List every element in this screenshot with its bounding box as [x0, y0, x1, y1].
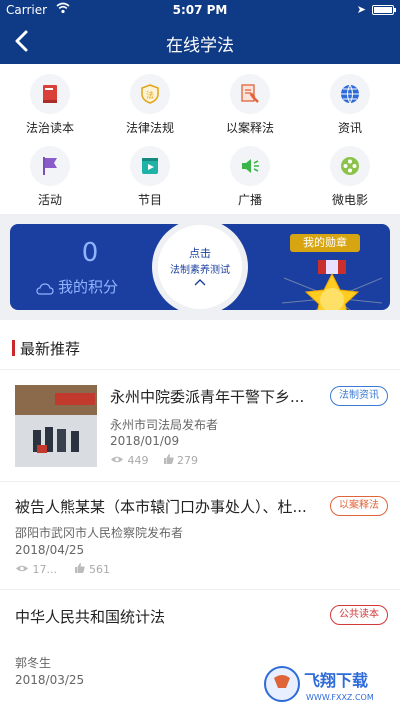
grid-item-huodong[interactable]: 活动	[0, 136, 100, 211]
grid-item-guangbo[interactable]: 广播	[200, 136, 300, 211]
watermark-url: WWW.FXXZ.COM	[306, 693, 374, 702]
chevron-up-icon	[158, 275, 242, 289]
eye-icon	[16, 565, 28, 572]
navigation-bar: 在线学法	[0, 20, 400, 64]
test-label-line1: 点击	[189, 247, 211, 260]
news-date: 2018/01/09	[110, 434, 180, 448]
news-tag[interactable]: 以案释法	[330, 496, 388, 516]
grid-item-label: 广播	[237, 193, 262, 207]
thumbs-up-icon	[163, 454, 174, 464]
news-title: 永州中院委派青年干警下乡...	[110, 388, 305, 406]
globe-icon	[330, 74, 370, 114]
status-bar: Carrier 5:07 PM ➤	[0, 0, 400, 20]
svg-text:法: 法	[146, 90, 154, 100]
news-item[interactable]: 被告人熊某某（本市辕门口办事处人）、杜... 以案释法 邵阳市武冈市人民检察院发…	[0, 482, 400, 590]
score-value: 0	[81, 238, 99, 268]
grid-item-jiemu[interactable]: 节目	[100, 136, 200, 211]
page-title: 在线学法	[166, 36, 234, 56]
section-header: 最新推荐	[0, 320, 400, 370]
grid-item-weidianying[interactable]: 微电影	[300, 136, 400, 211]
broadcast-icon	[230, 146, 270, 186]
news-thumbnail	[15, 385, 97, 467]
grid-item-fazhi-duben[interactable]: 法治读本	[0, 64, 100, 139]
film-reel-icon	[330, 146, 370, 186]
test-label-line2: 法制素养测试	[170, 265, 230, 276]
news-stats: 449 279	[110, 454, 198, 467]
location-arrow-icon: ➤	[356, 3, 366, 16]
grid-item-label: 节目	[137, 193, 162, 207]
news-item[interactable]: 永州中院委派青年干警下乡... 法制资讯 永州市司法局发布者 2018/01/0…	[0, 370, 400, 482]
case-document-icon	[230, 74, 270, 114]
grid-item-label: 活动	[37, 193, 62, 207]
score-label[interactable]: 我的积分	[58, 276, 118, 297]
watermark-text: 飞翔下载	[304, 671, 368, 690]
grid-item-falv-fagui[interactable]: 法 法律法规	[100, 64, 200, 139]
grid-item-yian-shifa[interactable]: 以案释法	[200, 64, 300, 139]
eye-icon	[111, 456, 123, 463]
watermark-logo: 飞翔下载 WWW.FXXZ.COM	[262, 664, 392, 704]
news-stats: 17... 561	[15, 563, 110, 576]
score-banner-area: 0 我的积分 我的勋章 点击 法制素养测试	[0, 214, 400, 320]
thumbs-up-icon	[75, 563, 86, 573]
grid-item-label: 资讯	[337, 121, 362, 135]
news-views: 449	[127, 454, 149, 467]
news-title: 被告人熊某某（本市辕门口办事处人）、杜...	[15, 498, 307, 516]
news-tag[interactable]: 公共读本	[330, 605, 388, 625]
grid-item-zixun[interactable]: 资讯	[300, 64, 400, 139]
news-views: 17...	[32, 563, 58, 576]
news-publisher: 邵阳市武冈市人民检察院发布者	[15, 526, 184, 540]
battery-icon	[372, 5, 396, 15]
section-title: 最新推荐	[20, 340, 81, 358]
grid-item-label: 微电影	[331, 193, 368, 207]
play-icon	[130, 146, 170, 186]
status-time: 5:07 PM	[172, 3, 228, 17]
flag-icon	[30, 146, 70, 186]
news-publisher: 永州市司法局发布者	[110, 418, 219, 432]
news-title: 中华人民共和国统计法	[15, 608, 166, 626]
grid-item-label: 以案释法	[225, 121, 274, 135]
news-publisher: 郭冬生	[15, 656, 52, 670]
grid-item-label: 法治读本	[25, 121, 74, 135]
grid-item-label: 法律法规	[125, 121, 174, 135]
medal-icon[interactable]	[282, 248, 382, 310]
news-likes: 279	[177, 454, 198, 467]
news-date: 2018/04/25	[15, 543, 85, 557]
section-accent-bar	[12, 340, 15, 356]
news-tag[interactable]: 法制资讯	[330, 386, 388, 406]
shield-law-icon: 法	[130, 74, 170, 114]
news-date: 2018/03/25	[15, 673, 85, 687]
literacy-test-button[interactable]: 点击 法制素养测试	[152, 214, 248, 320]
category-grid: 法治读本 法 法律法规 以案释法 资讯 活动 节目 广播 微电影	[0, 64, 400, 214]
cloud-icon	[36, 280, 54, 299]
news-likes: 561	[88, 563, 110, 576]
book-icon	[30, 74, 70, 114]
